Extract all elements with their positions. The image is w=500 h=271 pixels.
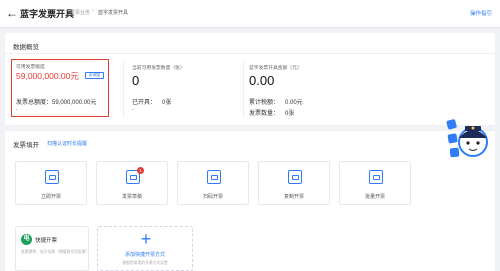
total-quota: 发票总额度：59,000,000.00元 xyxy=(16,100,97,106)
add-quick-issue-button[interactable]: + 添加快捷开票方式 根据您常用的开票方式设置 xyxy=(97,226,193,271)
issue-amount-label: 蓝字发票开具金额（元） xyxy=(249,66,302,71)
tax-label: 累计税额： xyxy=(249,100,280,106)
tax-value: 0.00元 xyxy=(285,100,303,106)
quick-issue-card[interactable]: 电 快捷开票 发票票种：电子发票（增值税专用发票） xyxy=(15,226,89,271)
quick-issue-name: 快捷开票 xyxy=(35,238,58,244)
overview-divider xyxy=(5,53,495,54)
qrcode-icon xyxy=(207,170,221,184)
issue-amount-value: 0.00 xyxy=(249,73,275,88)
issued-value: 0张 xyxy=(162,100,172,106)
invoice-icon xyxy=(45,170,59,184)
top-bar: ← 蓝字发票开具 发票业务 › 蓝字发票开具 操作指引 xyxy=(0,0,500,28)
invoice-count-label: 发票数量： xyxy=(249,111,280,117)
tile-issue-now[interactable]: 立即开票 xyxy=(15,161,87,205)
invoice-issue-card: 发票填开 扫描认证时长提醒 立即开票 1 发票草稿 扫码开票 复制开票 批量开票… xyxy=(5,131,495,271)
tile-invoice-draft[interactable]: 1 发票草稿 xyxy=(96,161,168,205)
tile-batch-issue[interactable]: 批量开票 xyxy=(339,161,411,205)
scan-auth-reminder-link[interactable]: 扫描认证时长提醒 xyxy=(47,140,87,147)
draft-count-badge: 1 xyxy=(137,167,144,174)
column-divider xyxy=(243,61,244,117)
remaining-count-value: 0 xyxy=(132,73,140,88)
quota-placeholder: - xyxy=(16,107,18,113)
quota-highlight: 可用发票额度 59,000,000.00元 去调整 发票总额度：59,000,0… xyxy=(11,59,109,117)
tile-copy-issue[interactable]: 复制开票 xyxy=(258,161,330,205)
arrow-left-icon[interactable]: ← xyxy=(6,6,18,20)
copy-icon xyxy=(288,170,302,184)
issued-label: 已开具： xyxy=(132,100,157,106)
quota-label: 可用发票额度 xyxy=(16,65,45,70)
assistant-mascot-icon[interactable] xyxy=(445,116,497,166)
tile-label: 立即开票 xyxy=(40,194,61,200)
overview-title: 数据概览 xyxy=(13,44,39,51)
batch-icon xyxy=(369,170,383,184)
adjust-quota-button[interactable]: 去调整 xyxy=(85,72,104,79)
invoice-count-value: 0张 xyxy=(285,111,295,117)
data-overview-card: 数据概览 可用发票额度 59,000,000.00元 去调整 发票总额度：59,… xyxy=(5,33,495,125)
breadcrumb-item-current: 蓝字发票开具 xyxy=(98,10,129,16)
column-divider xyxy=(123,61,124,117)
tile-label: 扫码开票 xyxy=(202,194,223,200)
add-quick-issue-label: 添加快捷开票方式 xyxy=(124,252,165,258)
tile-label: 发票草稿 xyxy=(121,194,142,200)
issue-title: 发票填开 xyxy=(13,142,39,149)
plus-icon: + xyxy=(140,229,152,249)
add-quick-issue-hint: 根据您常用的开票方式设置 xyxy=(122,261,168,265)
remaining-placeholder: - xyxy=(132,107,134,113)
tile-label: 复制开票 xyxy=(283,194,304,200)
quota-amount: 59,000,000.00元 xyxy=(16,71,79,81)
breadcrumb-separator: › xyxy=(92,8,94,14)
breadcrumb-item-business[interactable]: 发票业务 xyxy=(70,9,90,16)
remaining-count-label: 当前可用发票数量（张） xyxy=(132,66,185,71)
page-title: 蓝字发票开具 xyxy=(20,9,75,19)
operation-guide-link[interactable]: 操作指引 xyxy=(470,9,492,17)
electronic-invoice-icon: 电 xyxy=(21,234,32,245)
tile-scan-issue[interactable]: 扫码开票 xyxy=(177,161,249,205)
quick-issue-type: 发票票种：电子发票（增值税专用发票） xyxy=(21,250,90,254)
tile-label: 批量开票 xyxy=(364,194,385,200)
